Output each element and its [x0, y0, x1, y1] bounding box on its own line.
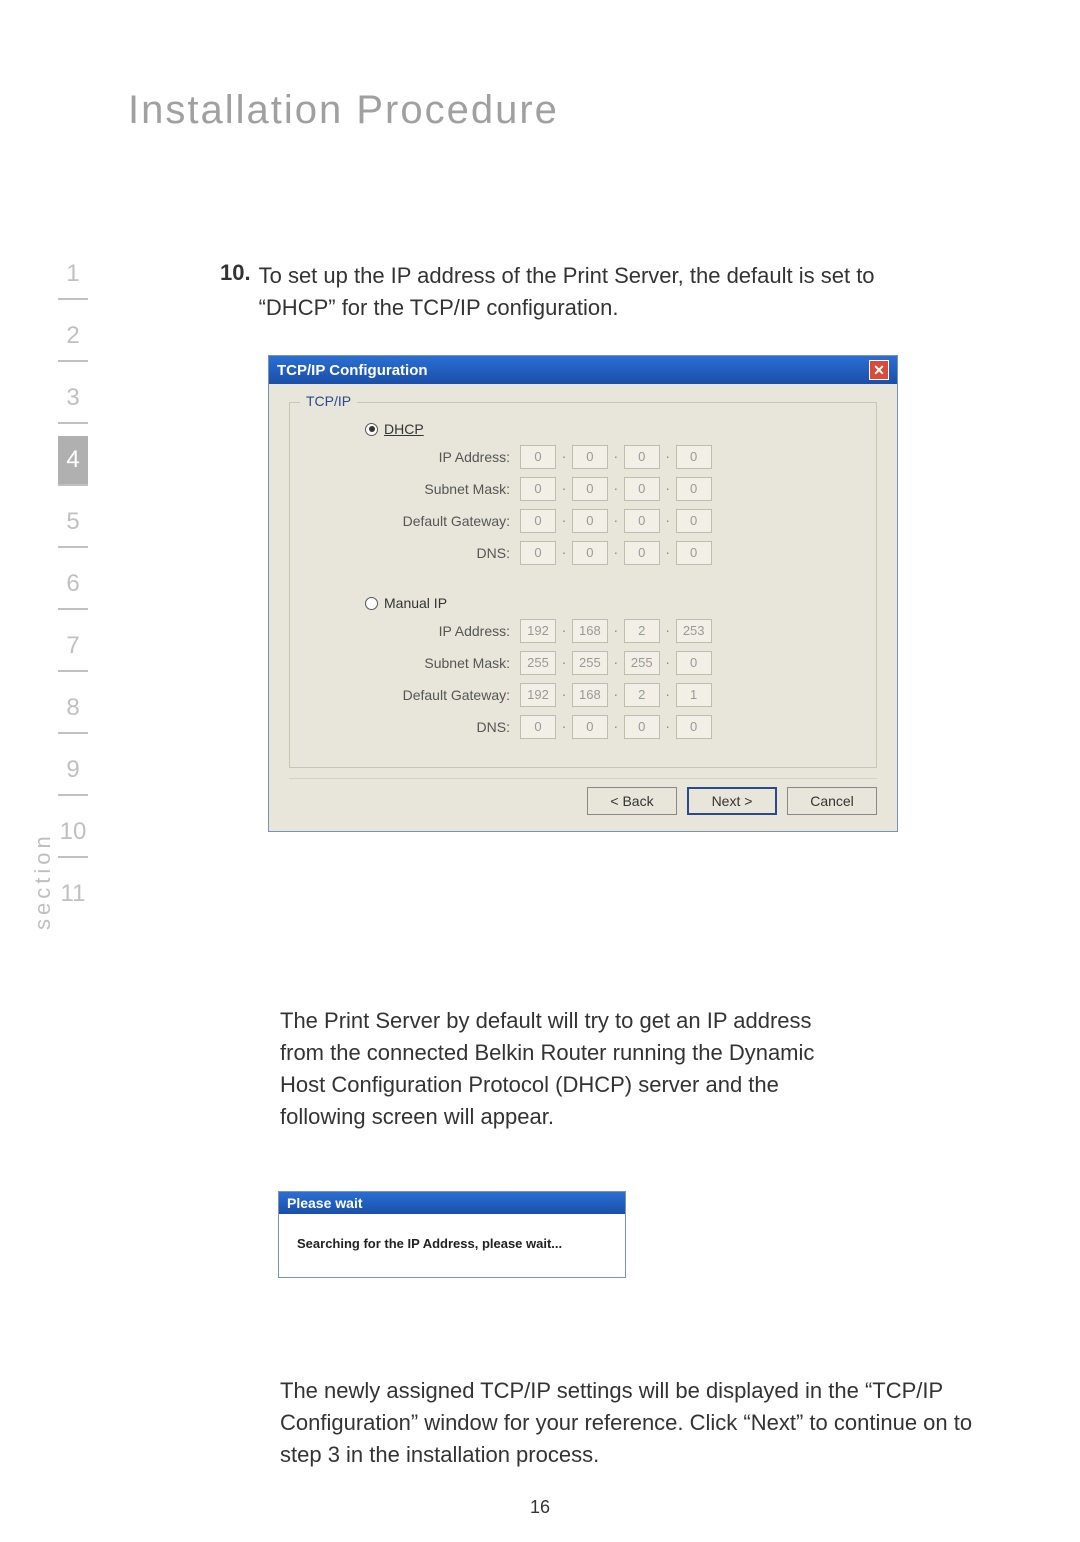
- oct[interactable]: 168: [572, 619, 608, 643]
- oct[interactable]: 2: [624, 619, 660, 643]
- oct[interactable]: 0: [624, 715, 660, 739]
- manual-subnet-row: Subnet Mask: 255. 255. 255. 0: [310, 651, 856, 675]
- oct[interactable]: 0: [676, 651, 712, 675]
- oct[interactable]: 0: [520, 541, 556, 565]
- section-num-10[interactable]: 10: [58, 808, 88, 858]
- oct[interactable]: 0: [676, 445, 712, 469]
- section-num-2[interactable]: 2: [58, 312, 88, 362]
- section-num-6[interactable]: 6: [58, 560, 88, 610]
- dhcp-dns-octets: 0. 0. 0. 0: [520, 541, 712, 565]
- manual-radio-label: Manual IP: [384, 595, 447, 611]
- oct[interactable]: 192: [520, 683, 556, 707]
- dialog-titlebar: Please wait: [279, 1192, 625, 1214]
- please-wait-text: Searching for the IP Address, please wai…: [279, 1214, 625, 1277]
- label-ip: IP Address:: [310, 449, 520, 465]
- oct[interactable]: 0: [572, 715, 608, 739]
- manual-subnet-octets: 255. 255. 255. 0: [520, 651, 712, 675]
- paragraph-next-step: The newly assigned TCP/IP settings will …: [280, 1375, 980, 1471]
- dialog-title: TCP/IP Configuration: [277, 362, 428, 379]
- oct[interactable]: 253: [676, 619, 712, 643]
- label-dns: DNS:: [310, 719, 520, 735]
- oct[interactable]: 0: [676, 509, 712, 533]
- oct[interactable]: 0: [572, 509, 608, 533]
- oct[interactable]: 168: [572, 683, 608, 707]
- next-button[interactable]: Next >: [687, 787, 777, 815]
- label-gateway: Default Gateway:: [310, 513, 520, 529]
- tcpip-fieldset: TCP/IP DHCP IP Address: 0. 0. 0. 0 Subne…: [289, 402, 877, 768]
- dhcp-radio-label: DHCP: [384, 421, 424, 437]
- dhcp-gateway-row: Default Gateway: 0. 0. 0. 0: [310, 509, 856, 533]
- cancel-button[interactable]: Cancel: [787, 787, 877, 815]
- oct[interactable]: 0: [572, 541, 608, 565]
- dhcp-ip-octets: 0. 0. 0. 0: [520, 445, 712, 469]
- please-wait-dialog: Please wait Searching for the IP Address…: [278, 1191, 626, 1278]
- dhcp-subnet-row: Subnet Mask: 0. 0. 0. 0: [310, 477, 856, 501]
- oct[interactable]: 0: [520, 509, 556, 533]
- manual-dns-row: DNS: 0. 0. 0. 0: [310, 715, 856, 739]
- oct[interactable]: 0: [624, 477, 660, 501]
- oct[interactable]: 1: [676, 683, 712, 707]
- dhcp-dns-row: DNS: 0. 0. 0. 0: [310, 541, 856, 565]
- dhcp-ip-row: IP Address: 0. 0. 0. 0: [310, 445, 856, 469]
- fieldset-legend: TCP/IP: [300, 393, 357, 409]
- section-num-8[interactable]: 8: [58, 684, 88, 734]
- oct[interactable]: 0: [572, 477, 608, 501]
- oct[interactable]: 0: [624, 509, 660, 533]
- oct[interactable]: 255: [520, 651, 556, 675]
- manual-ip-row: IP Address: 192. 168. 2. 253: [310, 619, 856, 643]
- oct[interactable]: 0: [520, 477, 556, 501]
- radio-icon[interactable]: [365, 423, 378, 436]
- oct[interactable]: 0: [624, 445, 660, 469]
- oct[interactable]: 2: [624, 683, 660, 707]
- label-gateway: Default Gateway:: [310, 687, 520, 703]
- section-sidebar: section 1 2 3 4 5 6 7 8 9 10 11: [30, 250, 120, 930]
- section-num-7[interactable]: 7: [58, 622, 88, 672]
- oct[interactable]: 0: [676, 715, 712, 739]
- step-text: To set up the IP address of the Print Se…: [259, 260, 929, 324]
- section-num-11[interactable]: 11: [58, 870, 88, 918]
- manual-radio-row[interactable]: Manual IP: [365, 595, 856, 611]
- label-dns: DNS:: [310, 545, 520, 561]
- oct[interactable]: 0: [572, 445, 608, 469]
- oct[interactable]: 0: [676, 541, 712, 565]
- dhcp-radio-row[interactable]: DHCP: [365, 421, 856, 437]
- oct[interactable]: 255: [624, 651, 660, 675]
- dhcp-gateway-octets: 0. 0. 0. 0: [520, 509, 712, 533]
- paragraph-dhcp-explain: The Print Server by default will try to …: [280, 1005, 860, 1133]
- page-title: Installation Procedure: [128, 88, 559, 133]
- dialog-title: Please wait: [287, 1195, 363, 1211]
- dialog-buttons: < Back Next > Cancel: [269, 779, 897, 831]
- manual-gateway-row: Default Gateway: 192. 168. 2. 1: [310, 683, 856, 707]
- oct[interactable]: 0: [520, 715, 556, 739]
- close-icon[interactable]: ✕: [869, 360, 889, 380]
- label-subnet: Subnet Mask:: [310, 481, 520, 497]
- back-button[interactable]: < Back: [587, 787, 677, 815]
- oct[interactable]: 0: [676, 477, 712, 501]
- section-numbers: 1 2 3 4 5 6 7 8 9 10 11: [58, 250, 88, 930]
- manual-ip-octets: 192. 168. 2. 253: [520, 619, 712, 643]
- section-num-3[interactable]: 3: [58, 374, 88, 424]
- page-number: 16: [0, 1497, 1080, 1518]
- oct[interactable]: 0: [624, 541, 660, 565]
- section-num-4[interactable]: 4: [58, 436, 88, 486]
- section-label: section: [30, 410, 56, 930]
- oct[interactable]: 192: [520, 619, 556, 643]
- manual-dns-octets: 0. 0. 0. 0: [520, 715, 712, 739]
- section-num-1[interactable]: 1: [58, 250, 88, 300]
- label-subnet: Subnet Mask:: [310, 655, 520, 671]
- step-number: 10.: [220, 260, 251, 324]
- oct[interactable]: 255: [572, 651, 608, 675]
- section-num-5[interactable]: 5: [58, 498, 88, 548]
- section-num-9[interactable]: 9: [58, 746, 88, 796]
- step-10: 10. To set up the IP address of the Prin…: [220, 260, 929, 324]
- label-ip: IP Address:: [310, 623, 520, 639]
- manual-gateway-octets: 192. 168. 2. 1: [520, 683, 712, 707]
- dialog-titlebar: TCP/IP Configuration ✕: [269, 356, 897, 384]
- oct[interactable]: 0: [520, 445, 556, 469]
- dhcp-subnet-octets: 0. 0. 0. 0: [520, 477, 712, 501]
- tcpip-config-dialog: TCP/IP Configuration ✕ TCP/IP DHCP IP Ad…: [268, 355, 898, 832]
- radio-icon[interactable]: [365, 597, 378, 610]
